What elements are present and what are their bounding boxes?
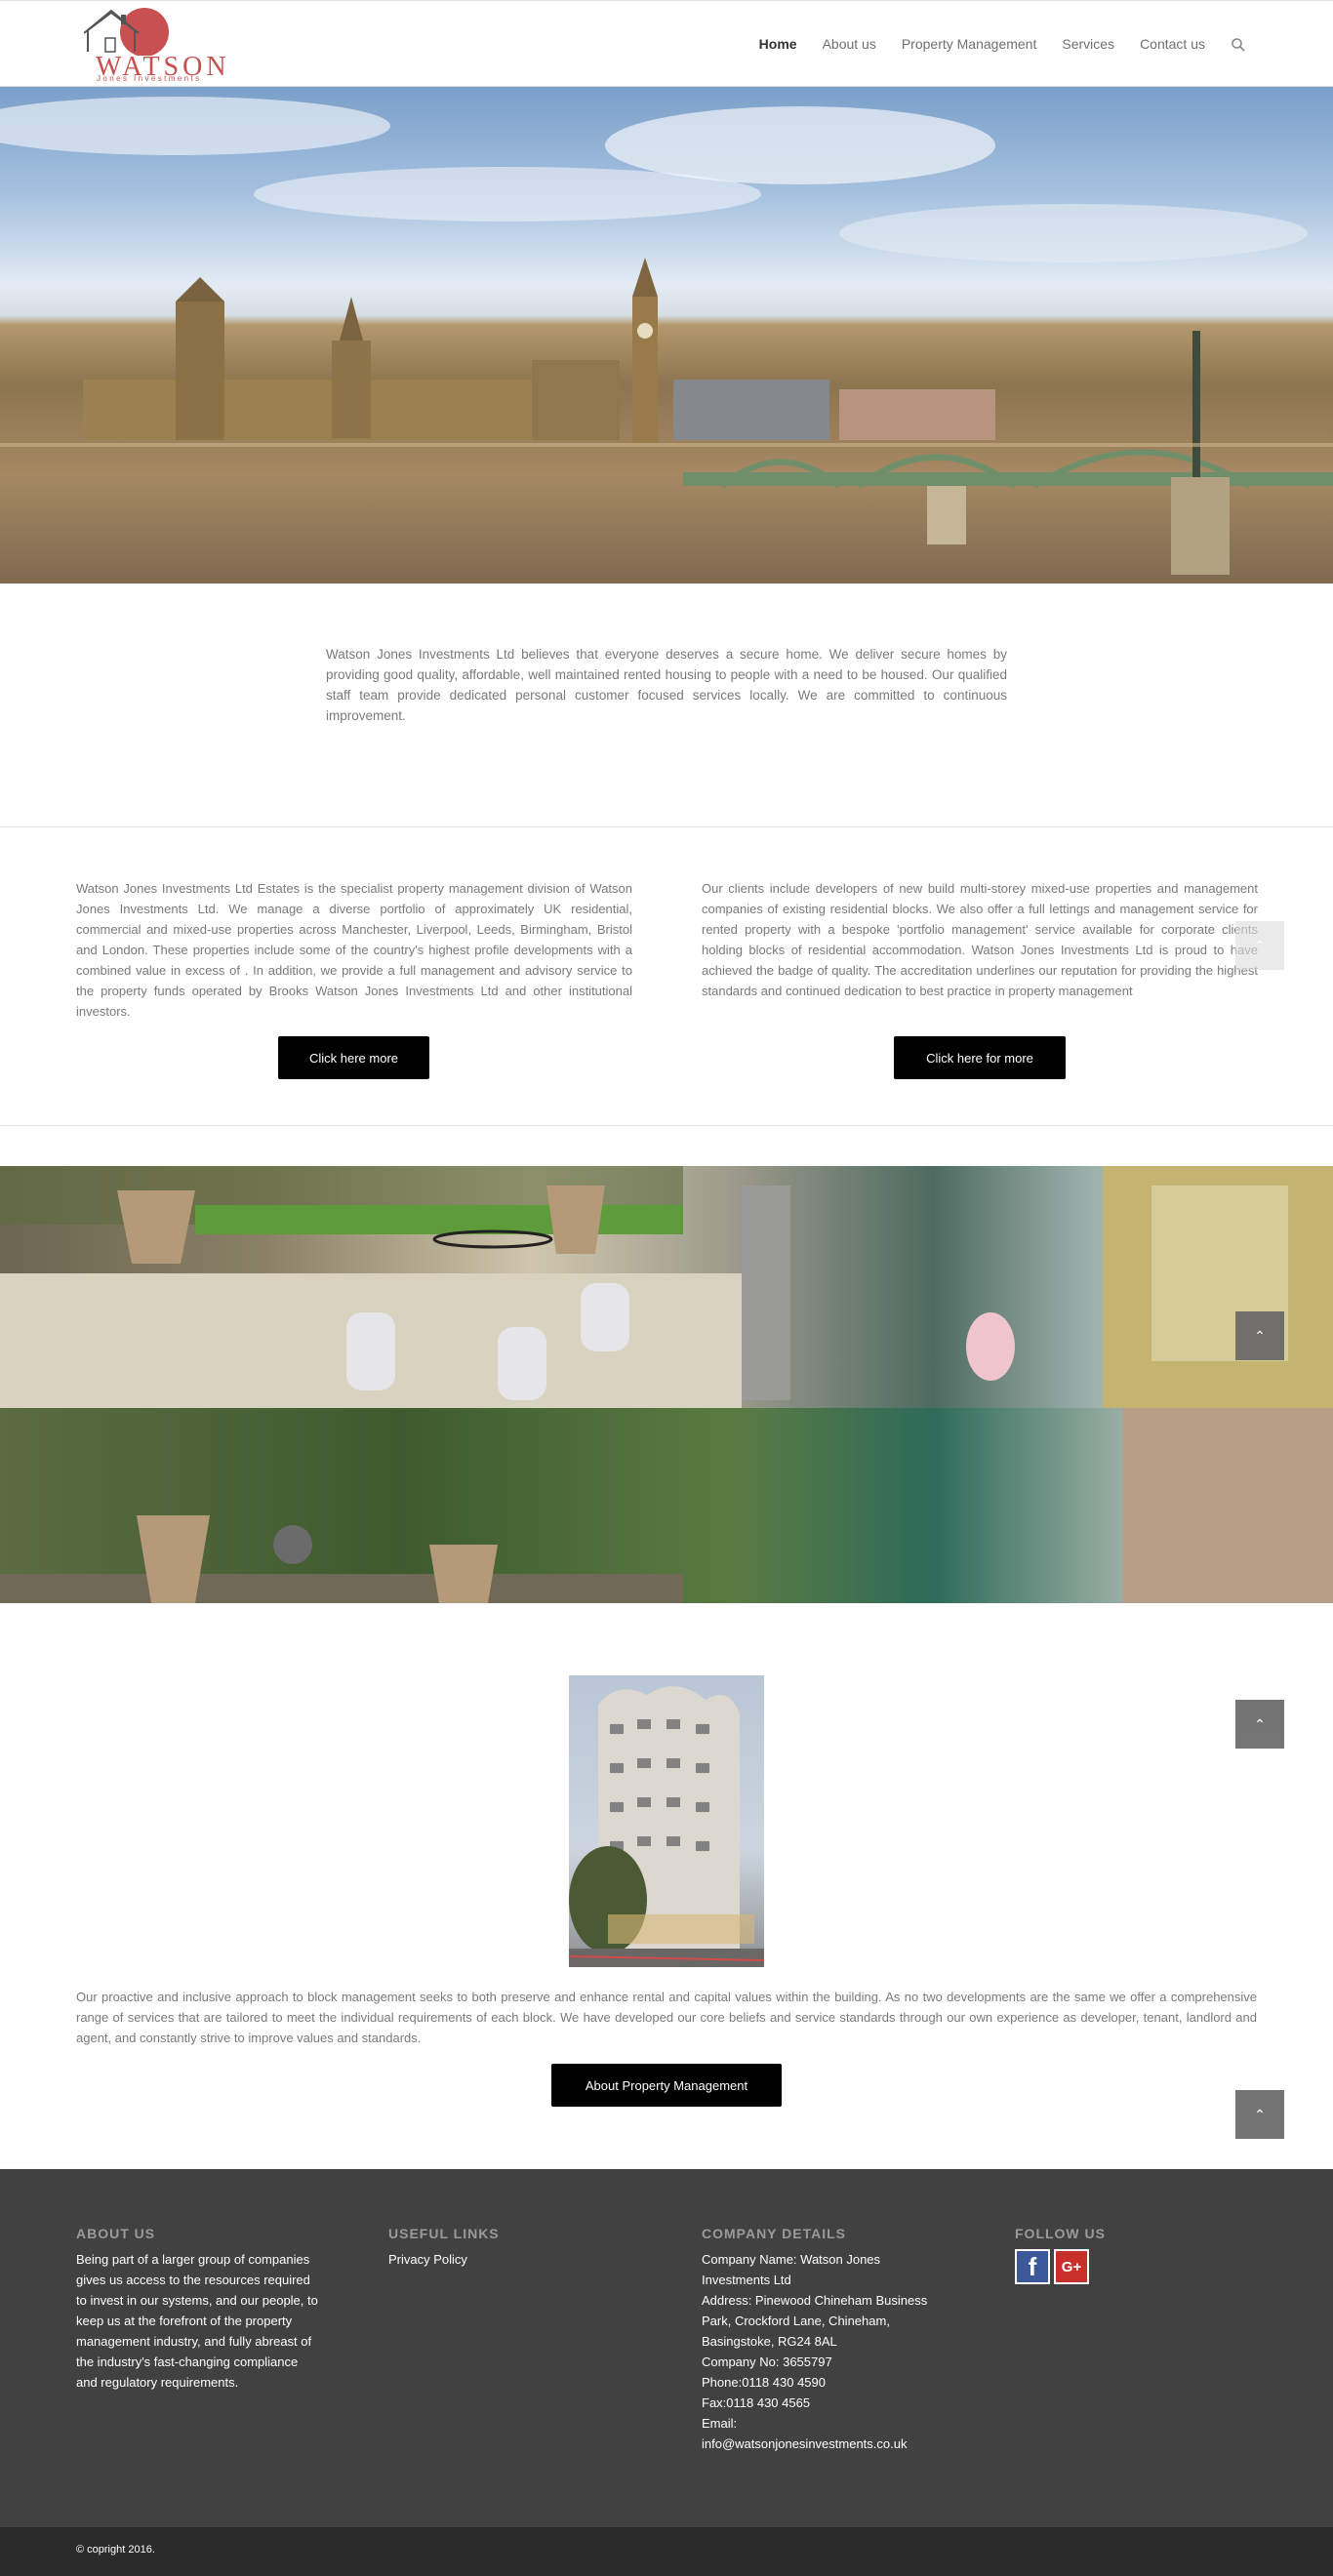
chevron-up-icon: ⌃: [1254, 2106, 1266, 2122]
footer-company-heading: COMPANY DETAILS: [702, 2226, 847, 2241]
company-number: Company No: 3655797: [702, 2355, 832, 2369]
company-name: Company Name: Watson Jones Investments L…: [702, 2252, 881, 2287]
nav-property-management[interactable]: Property Management: [889, 1, 1050, 88]
nav-services[interactable]: Services: [1049, 1, 1127, 88]
block-management-paragraph: Our proactive and inclusive approach to …: [76, 1990, 1257, 2045]
footer-about: ABOUT US Being part of a larger group of…: [76, 2226, 320, 2393]
company-email-link[interactable]: info@watsonjonesinvestments.co.uk: [702, 2434, 946, 2454]
company-fax: Fax:0118 430 4565: [702, 2395, 811, 2410]
company-phone: Phone:0118 430 4590: [702, 2375, 826, 2390]
clients-paragraph: Our clients include developers of new bu…: [702, 881, 1258, 998]
company-email-label: Email:: [702, 2416, 738, 2431]
chevron-up-icon: ⌃: [1254, 937, 1266, 953]
scroll-top-button[interactable]: ⌃: [1235, 921, 1284, 970]
intro-paragraph: Watson Jones Investments Ltd believes th…: [326, 647, 1007, 723]
footer-follow-us: FOLLOW US f G+: [1015, 2226, 1259, 2284]
scroll-top-button[interactable]: ⌃: [1235, 1700, 1284, 1749]
footer-about-text: Being part of a larger group of companie…: [76, 2252, 318, 2390]
site-header: WATSON Jones Investments Home About us P…: [0, 0, 1333, 89]
section-divider: [0, 826, 1333, 827]
nav-contact-us[interactable]: Contact us: [1127, 1, 1218, 88]
footer-company-details: COMPANY DETAILS Company Name: Watson Jon…: [702, 2226, 946, 2454]
scroll-top-button[interactable]: ⌃: [1235, 2090, 1284, 2139]
nav-about-us[interactable]: About us: [810, 1, 889, 88]
hero-image-westminster: [0, 87, 1333, 584]
click-here-more-button[interactable]: Click here more: [278, 1036, 429, 1079]
copyright-text: © copright 2016.: [76, 2544, 155, 2556]
about-property-management-button[interactable]: About Property Management: [551, 2064, 782, 2107]
company-address: Address: Pinewood Chineham Business Park…: [702, 2293, 928, 2349]
privacy-policy-link[interactable]: Privacy Policy: [388, 2249, 632, 2270]
main-nav: Home About us Property Management Servic…: [747, 1, 1259, 89]
google-plus-icon[interactable]: G+: [1054, 2249, 1089, 2284]
chevron-up-icon: ⌃: [1254, 1327, 1266, 1344]
footer-useful-links: USEFUL LINKS Privacy Policy: [388, 2226, 632, 2270]
site-logo[interactable]: WATSON Jones Investments: [83, 7, 226, 83]
site-footer: ABOUT US Being part of a larger group of…: [0, 2169, 1333, 2527]
estates-paragraph: Watson Jones Investments Ltd Estates is …: [76, 881, 632, 1019]
apartment-building-photo: [569, 1675, 764, 1967]
facebook-icon[interactable]: f: [1015, 2249, 1050, 2284]
footer-socket: © copright 2016.: [0, 2527, 1333, 2576]
section-divider: [0, 1125, 1333, 1126]
logo-house-icon: [83, 8, 169, 57]
scroll-top-button[interactable]: ⌃: [1235, 1311, 1284, 1360]
nav-home[interactable]: Home: [747, 1, 810, 89]
footer-links-heading: USEFUL LINKS: [388, 2226, 500, 2241]
social-links: f G+: [1015, 2249, 1259, 2284]
click-here-for-more-button[interactable]: Click here for more: [894, 1036, 1066, 1079]
chevron-up-icon: ⌃: [1254, 1715, 1266, 1732]
patio-photo-band: [0, 1166, 1333, 1408]
footer-about-heading: ABOUT US: [76, 2226, 156, 2241]
garden-photo-band: [0, 1408, 1333, 1603]
search-icon[interactable]: [1218, 1, 1259, 88]
logo-subtitle: Jones Investments: [97, 74, 202, 83]
footer-follow-heading: FOLLOW US: [1015, 2226, 1106, 2241]
